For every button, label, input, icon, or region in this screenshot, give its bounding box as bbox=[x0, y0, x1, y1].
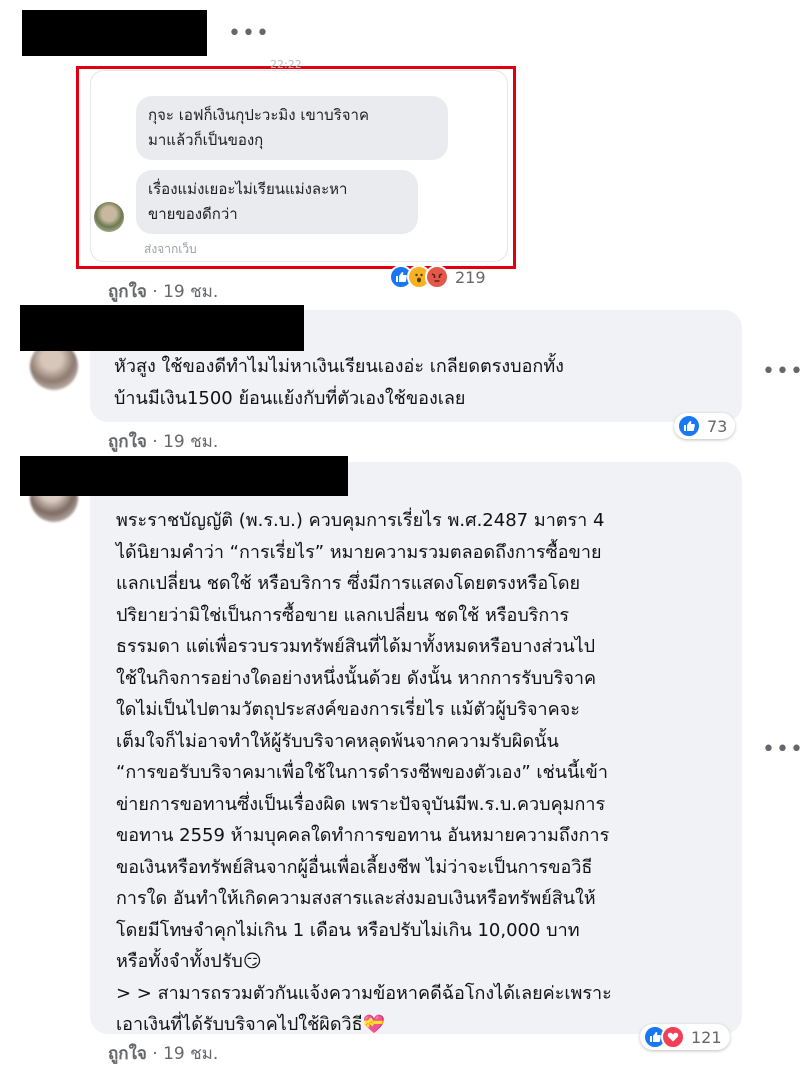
comment-actions: ถูกใจ · 19 ชม. bbox=[108, 1040, 218, 1067]
comment-text: หัวสูง ใช้ของดีทำไมไม่หาเงินเรียนเองอ่ะ … bbox=[114, 356, 564, 409]
reaction-summary[interactable]: 121 bbox=[640, 1024, 730, 1050]
more-options-icon[interactable]: ••• bbox=[228, 23, 270, 45]
reaction-summary[interactable]: 219 bbox=[386, 264, 494, 290]
comment-time[interactable]: 19 ชม. bbox=[163, 1044, 218, 1064]
chat-message-text: เรื่องแม่งเยอะไม่เรียนแม่งละหา ขายของดีก… bbox=[148, 180, 348, 223]
more-options-icon[interactable]: ••• bbox=[762, 361, 800, 383]
separator: · bbox=[152, 1044, 158, 1064]
angry-icon bbox=[425, 265, 449, 289]
chat-message-text: กุจะ เอฟก็เงินกุปะวะมิง เขาบริจาค มาแล้ว… bbox=[148, 106, 369, 149]
sent-from-label: ส่งจากเว็บ bbox=[144, 242, 197, 256]
redacted-author-name bbox=[20, 305, 304, 351]
reaction-count: 121 bbox=[691, 1027, 722, 1047]
more-options-icon[interactable]: ••• bbox=[762, 739, 800, 761]
reaction-summary[interactable]: 73 bbox=[674, 413, 736, 439]
comment-actions: ถูกใจ · 19 ชม. bbox=[108, 278, 218, 305]
comment-text: พระราชบัญญัติ (พ.ร.บ.) ควบคุมการเรี่ยไร … bbox=[116, 510, 612, 1035]
separator: · bbox=[152, 282, 158, 302]
separator: · bbox=[152, 432, 158, 452]
like-icon bbox=[677, 414, 701, 438]
love-icon bbox=[661, 1025, 685, 1049]
comment-time[interactable]: 19 ชม. bbox=[163, 432, 218, 452]
like-link[interactable]: ถูกใจ bbox=[108, 282, 147, 302]
reaction-count: 219 bbox=[455, 267, 486, 287]
chat-avatar bbox=[94, 202, 124, 232]
redacted-author-name bbox=[22, 10, 207, 56]
redacted-author-name bbox=[20, 456, 348, 496]
comment-time[interactable]: 19 ชม. bbox=[163, 282, 218, 302]
comment-actions: ถูกใจ · 19 ชม. bbox=[108, 428, 218, 455]
chat-message-bubble: เรื่องแม่งเยอะไม่เรียนแม่งละหา ขายของดีก… bbox=[136, 170, 418, 234]
like-link[interactable]: ถูกใจ bbox=[108, 1044, 147, 1064]
chat-timestamp: 22:22 bbox=[270, 58, 302, 71]
reaction-count: 73 bbox=[707, 416, 728, 436]
chat-message-bubble: กุจะ เอฟก็เงินกุปะวะมิง เขาบริจาค มาแล้ว… bbox=[136, 96, 448, 160]
like-link[interactable]: ถูกใจ bbox=[108, 432, 147, 452]
